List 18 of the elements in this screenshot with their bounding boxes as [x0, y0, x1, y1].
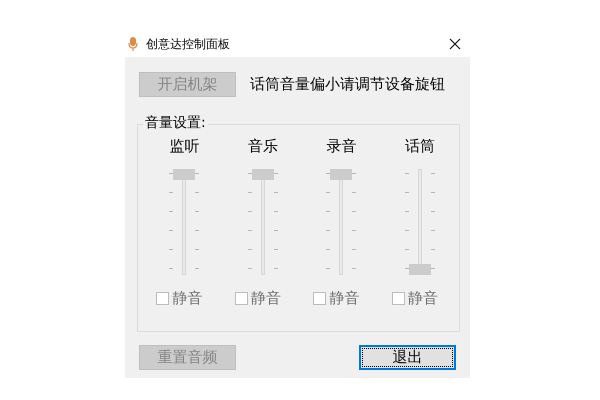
mute-label: 静音 [250, 291, 281, 306]
volume-slider-thumb[interactable] [330, 169, 352, 180]
channel-label: 监听 [169, 139, 200, 155]
mute-label: 静音 [172, 291, 202, 306]
volume-slider-thumb[interactable] [252, 169, 274, 180]
channel-label: 录音 [326, 139, 356, 155]
close-icon[interactable] [449, 38, 461, 50]
mute-label: 静音 [329, 291, 360, 306]
microphone-icon [128, 36, 138, 50]
volume-slider-thumb[interactable] [408, 264, 431, 275]
window-title: 创意达控制面板 [146, 38, 230, 50]
channel-label: 音乐 [248, 139, 278, 155]
exit-button[interactable]: 退出 [359, 345, 456, 370]
mute-label: 静音 [408, 291, 438, 306]
group-title: 音量设置: [143, 116, 208, 130]
volume-slider-thumb[interactable] [173, 169, 196, 180]
hint-text: 话筒音量偏小请调节设备旋钮 [250, 77, 445, 92]
channel-label: 话筒 [404, 139, 435, 155]
